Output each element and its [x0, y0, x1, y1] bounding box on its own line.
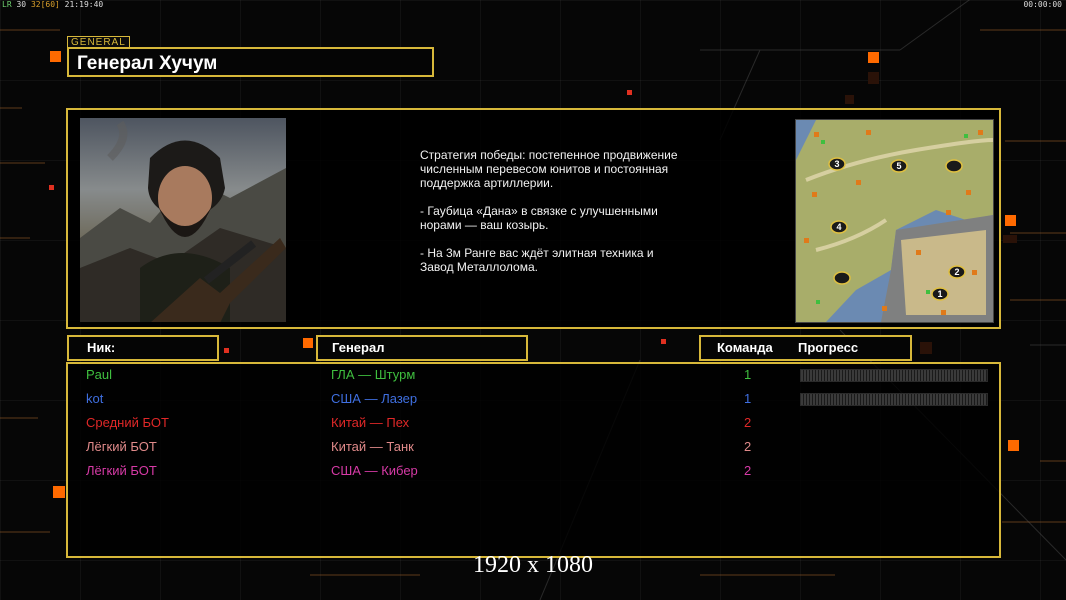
- strategy-paragraph: Стратегия победы: постепенное продвижени…: [420, 148, 678, 190]
- player-general[interactable]: США — Лазер: [331, 391, 417, 406]
- start-position-5: 5: [896, 161, 901, 171]
- player-row[interactable]: Лёгкий БОТ США — Кибер 2: [68, 461, 999, 485]
- player-row[interactable]: Средний БОТ Китай — Пех 2: [68, 413, 999, 437]
- player-team[interactable]: 2: [744, 463, 751, 478]
- player-team[interactable]: 1: [744, 367, 751, 382]
- start-position-1: 1: [937, 289, 942, 299]
- player-nick: kot: [86, 391, 104, 406]
- player-general[interactable]: ГЛА — Штурм: [331, 367, 415, 382]
- strategy-description: Стратегия победы: постепенное продвижени…: [420, 148, 680, 288]
- general-portrait: [80, 118, 286, 322]
- player-row[interactable]: kot США — Лазер 1: [68, 389, 999, 413]
- player-progress-bar: [800, 369, 988, 382]
- start-position-2: 2: [954, 267, 959, 277]
- team-progress-header: Команда Прогресс: [699, 335, 912, 361]
- start-position-3: 3: [834, 159, 839, 169]
- strategy-paragraph: - Гаубица «Дана» в связке с улучшенными …: [420, 204, 658, 232]
- fps-counter: LR 30 32[60] 21:19:40: [2, 0, 104, 9]
- general-column-header: Генерал: [316, 335, 528, 361]
- player-team[interactable]: 2: [744, 439, 751, 454]
- player-nick: Paul: [86, 367, 113, 382]
- map-preview: 3 5 4 2 1: [795, 119, 994, 323]
- game-timer: 00:00:00: [1023, 0, 1062, 9]
- general-info-panel: Стратегия победы: постепенное продвижени…: [66, 108, 1001, 329]
- nick-column-header: Ник:: [67, 335, 219, 361]
- general-title-panel: Генерал Хучум: [67, 47, 434, 77]
- progress-header-label: Прогресс: [798, 340, 859, 355]
- strategy-paragraph: - На 3м Ранге вас ждёт элитная техника и…: [420, 246, 654, 274]
- start-position-4: 4: [836, 222, 841, 232]
- player-progress-bar: [800, 393, 988, 406]
- resolution-caption: 1920 x 1080: [473, 552, 593, 578]
- player-nick: Лёгкий БОТ: [86, 439, 157, 454]
- general-header-label: Генерал: [332, 340, 385, 355]
- player-team[interactable]: 1: [744, 391, 751, 406]
- player-row[interactable]: Paul ГЛА — Штурм 1: [68, 365, 999, 389]
- player-general[interactable]: Китай — Пех: [331, 415, 409, 430]
- general-name: Генерал Хучум: [77, 53, 218, 74]
- player-row[interactable]: Лёгкий БОТ Китай — Танк 2: [68, 437, 999, 461]
- player-list: Paul ГЛА — Штурм 1 kot США — Лазер 1 Сре…: [66, 362, 1001, 558]
- player-nick: Лёгкий БОТ: [86, 463, 157, 478]
- team-header-label: Команда: [717, 340, 773, 355]
- player-team[interactable]: 2: [744, 415, 751, 430]
- player-general[interactable]: США — Кибер: [331, 463, 418, 478]
- nick-header-label: Ник:: [87, 340, 116, 355]
- player-general[interactable]: Китай — Танк: [331, 439, 414, 454]
- player-nick: Средний БОТ: [86, 415, 169, 430]
